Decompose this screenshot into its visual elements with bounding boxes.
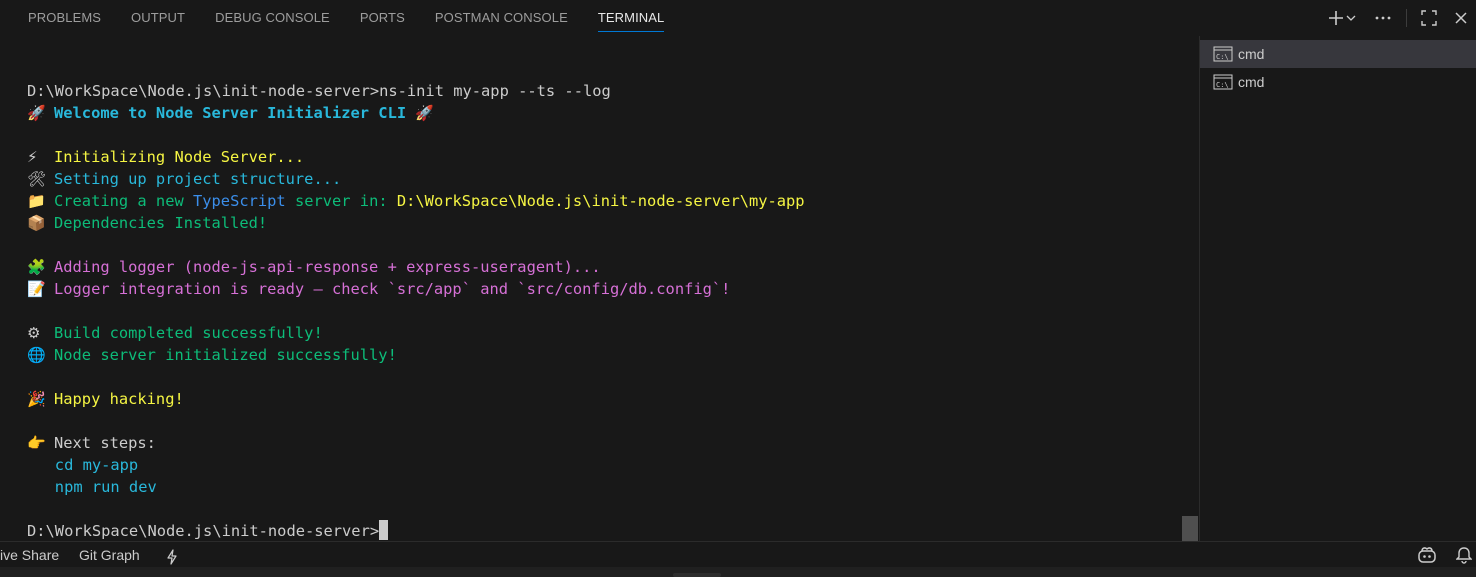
terminal-cursor (379, 520, 389, 540)
terminal-line: 🛠 Setting up project structure... (27, 168, 805, 190)
terminal-text: Dependencies Installed! (54, 214, 268, 232)
cmd-icon: C:\ (1213, 46, 1233, 62)
terminal-instance-cmd-1[interactable]: C:\ cmd (1200, 40, 1476, 68)
terminal-output[interactable]: D:\WorkSpace\Node.js\init-node-server>ns… (0, 36, 1182, 541)
svg-text:C:\: C:\ (1216, 53, 1229, 61)
svg-text:C:\: C:\ (1216, 81, 1229, 89)
terminal-text: D:\WorkSpace\Node.js\init-node-server>ns… (27, 82, 611, 100)
tab-ports[interactable]: PORTS (360, 0, 405, 36)
resize-handle[interactable] (673, 573, 721, 577)
chevron-down-icon[interactable] (1344, 7, 1358, 29)
terminal-instance-cmd-2[interactable]: C:\ cmd (1200, 68, 1476, 96)
emoji-icon: 📦 (27, 214, 46, 232)
terminal-text: Initializing Node Server... (54, 148, 305, 166)
tab-debug-console[interactable]: DEBUG CONSOLE (215, 0, 330, 36)
action-separator (1406, 9, 1407, 27)
emoji-icon: ⚙ (27, 324, 41, 342)
emoji-icon: ⚡ (27, 148, 38, 166)
terminal-text: Setting up project structure... (54, 170, 342, 188)
terminal-text: server in: (285, 192, 397, 210)
terminal-text: D:\WorkSpace\Node.js\init-node-server> (27, 522, 380, 540)
terminal-text: npm run dev (27, 478, 157, 496)
terminal-text: Adding logger (node-js-api-response + ex… (54, 258, 601, 276)
terminal-line: 📝 Logger integration is ready – check `sr… (27, 278, 805, 300)
terminal-text: Node server initialized successfully! (54, 346, 397, 364)
terminal-text: Next steps: (54, 434, 156, 452)
terminal-line: 🌐 Node server initialized successfully! (27, 344, 805, 366)
terminal-text: Build completed successfully! (54, 324, 323, 342)
terminal-line: npm run dev (27, 476, 805, 498)
maximize-icon[interactable] (1418, 7, 1440, 29)
live-share-item[interactable]: ive Share (0, 542, 59, 568)
terminal-line: D:\WorkSpace\Node.js\init-node-server> (27, 520, 805, 541)
terminal-text: Creating a new (54, 192, 193, 210)
panel-tabs: PROBLEMS OUTPUT DEBUG CONSOLE PORTS POSTMAN … (28, 0, 694, 36)
terminal-text: Happy hacking! (54, 390, 184, 408)
git-graph-item[interactable]: Git Graph (79, 542, 140, 568)
tab-terminal[interactable]: TERMINAL (597, 0, 665, 36)
terminal-instance-label: cmd (1238, 74, 1265, 90)
ellipsis-icon[interactable] (1372, 7, 1394, 29)
tab-problems[interactable]: PROBLEMS (28, 0, 101, 36)
terminal-text: D:\WorkSpace\Node.js\init-node-server\my… (396, 192, 805, 210)
status-bar: ive Share Git Graph (0, 541, 1476, 568)
terminal-text: TypeScript (193, 192, 286, 210)
terminal-instance-list: C:\ cmd C:\ cmd (1199, 36, 1476, 541)
terminal-line: D:\WorkSpace\Node.js\init-node-server>ns… (27, 80, 805, 102)
emoji-icon: 👉 (27, 434, 46, 452)
bottom-edge (0, 567, 1476, 577)
close-icon[interactable] (1450, 7, 1472, 29)
emoji-icon: 🎉 (27, 390, 46, 408)
emoji-icon: 🌐 (27, 346, 46, 364)
emoji-icon: 📁 (27, 192, 46, 210)
terminal-text: Logger integration is ready – check `src… (54, 280, 731, 298)
terminal-text: cd my-app (27, 456, 139, 474)
terminal-line: 👉 Next steps: (27, 432, 805, 454)
tab-postman-console[interactable]: POSTMAN CONSOLE (435, 0, 568, 36)
terminal-line: 📁 Creating a new TypeScript server in: D:… (27, 190, 805, 212)
tab-output[interactable]: OUTPUT (131, 0, 185, 36)
emoji-icon: 🛠 (27, 170, 47, 188)
terminal-line: ⚙ Build completed successfully! (27, 322, 805, 344)
terminal-line: 🎉 Happy hacking! (27, 388, 805, 410)
terminal-instance-label: cmd (1238, 46, 1265, 62)
terminal-line: 📦 Dependencies Installed! (27, 212, 805, 234)
terminal-scrollbar-thumb[interactable] (1182, 516, 1198, 541)
terminal-lines: D:\WorkSpace\Node.js\init-node-server>ns… (27, 80, 805, 541)
panel-tab-bar: PROBLEMS OUTPUT DEBUG CONSOLE PORTS POSTMAN … (0, 0, 1476, 36)
terminal-text: Welcome to Node Server Initializer CLI (54, 104, 416, 122)
terminal-line: ⚡ Initializing Node Server... (27, 146, 805, 168)
terminal-line: 🚀 Welcome to Node Server Initializer CLI … (27, 102, 805, 124)
terminal-line: 🧩 Adding logger (node-js-api-response + e… (27, 256, 805, 278)
terminal-line: cd my-app (27, 454, 805, 476)
terminal-text: 🚀 (415, 104, 435, 122)
emoji-icon: 🧩 (27, 258, 46, 276)
emoji-icon: 📝 (27, 280, 46, 298)
emoji-icon: 🚀 (27, 104, 46, 122)
terminal-scrollbar[interactable] (1182, 36, 1198, 541)
cmd-icon: C:\ (1213, 74, 1233, 90)
